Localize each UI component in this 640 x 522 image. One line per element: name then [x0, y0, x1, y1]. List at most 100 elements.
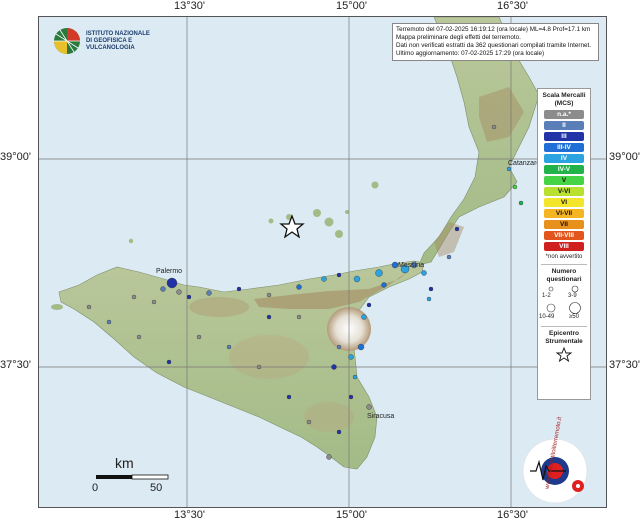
coord-top-1630: 16°30' [497, 0, 528, 12]
island-alicudi [268, 218, 274, 224]
obs-dot [166, 277, 178, 289]
obs-dot [506, 166, 512, 172]
logo-line-2: DI GEOFISICA E VULCANOLOGIA [86, 38, 135, 51]
intensity-swatch: V [544, 176, 584, 185]
intensity-swatch: III-IV [544, 143, 584, 152]
logo-text: ISTITUTO NAZIONALE DI GEOFISICA E VULCAN… [86, 31, 172, 52]
size-label-4: ≥50 [569, 314, 579, 320]
obs-dot [186, 294, 192, 300]
coord-left-3730: 37°30' [0, 359, 31, 371]
island-vulcano [335, 230, 343, 238]
obs-dot [206, 290, 212, 296]
intensity-swatch: VIII [544, 242, 584, 251]
legend-title: Scala Mercalli (MCS) [542, 92, 586, 107]
island-stromboli [371, 181, 379, 189]
obs-dot [512, 184, 518, 190]
obs-dot [226, 344, 232, 350]
obs-dot [296, 284, 302, 290]
intensity-swatch: VII-VIII [544, 231, 584, 240]
intensity-swatch: n.a.* [544, 110, 584, 119]
obs-dot [321, 276, 327, 282]
epicenter-legend-star-icon [555, 346, 573, 363]
obs-dot [421, 270, 427, 276]
coord-right-3730: 37°30' [609, 359, 640, 371]
coord-left-3900: 39°00' [0, 151, 31, 163]
numero-questionari-title: Numero questionari [546, 268, 582, 283]
map-frame[interactable] [38, 16, 607, 508]
info-line-2: Mappa preliminare degli effetti del terr… [396, 34, 521, 41]
obs-dot [348, 354, 354, 360]
legend-panel: Scala Mercalli (MCS) n.a.* II III III-IV IV I… [537, 88, 591, 400]
obs-dot [336, 272, 342, 278]
obs-dot [176, 289, 182, 295]
obs-dot [266, 292, 272, 298]
haisentito-logo: www.haisentitoilterremoto.it [520, 417, 590, 506]
obs-dot [136, 334, 142, 340]
obs-dot [306, 419, 312, 425]
globe-icon [54, 28, 80, 54]
obs-dot [491, 124, 497, 130]
obs-dot [446, 254, 452, 260]
island-panarea [345, 210, 349, 214]
obs-dot [375, 269, 383, 277]
intensity-legend: n.a.* II III III-IV IV IV-V V V-VI VI VI-VII VII VI… [538, 110, 590, 251]
info-line-1: Terremoto del 07-02-2025 16:19:12 (ora l… [396, 26, 591, 33]
island-ustica [128, 238, 134, 244]
obs-dot [366, 302, 372, 308]
intensity-swatch: IV [544, 154, 584, 163]
obs-dot [336, 429, 342, 435]
obs-dot [428, 286, 434, 292]
city-messina: Messina [398, 262, 425, 269]
obs-dot [518, 200, 524, 206]
obs-dot [352, 374, 358, 380]
obs-dot [381, 282, 387, 288]
epicenter-star [279, 214, 305, 239]
logo-line-1: ISTITUTO NAZIONALE [86, 31, 150, 37]
size-label-3: 10-49 [539, 314, 555, 320]
event-info-box: Terremoto del 07-02-2025 16:19:12 (ora l… [392, 23, 599, 61]
coord-top-1330: 13°30' [174, 0, 205, 12]
intensity-swatch: II [544, 121, 584, 130]
intensity-swatch: IV-V [544, 165, 584, 174]
coord-top-1500: 15°00' [336, 0, 367, 12]
island-lipari [324, 217, 334, 227]
hyblaean-relief [304, 402, 354, 432]
info-line-4: Ultimo aggiornamento: 07-02-2025 17:29 (… [396, 50, 545, 57]
size-label-2: 3-9 [568, 293, 577, 299]
erei-relief [229, 335, 309, 379]
island-egadi [51, 304, 63, 310]
obs-dot [286, 394, 292, 400]
obs-dot [326, 454, 332, 460]
obs-dot [426, 296, 432, 302]
obs-dot [86, 304, 92, 310]
obs-dot [106, 319, 112, 325]
scale-start: 0 [92, 482, 99, 494]
obs-dot [357, 343, 365, 351]
epicentro-title: Epicentro Strumentale [545, 330, 583, 345]
ingv-logo: ISTITUTO NAZIONALE DI GEOFISICA E VULCAN… [52, 26, 172, 58]
coord-right-3900: 39°00' [609, 151, 640, 163]
obs-dot [151, 299, 157, 305]
coord-bottom-1330: 13°30' [174, 509, 205, 521]
obs-dot [160, 286, 166, 292]
scale-end: 50 [150, 482, 163, 494]
info-line-3: Dati non verificati estratti da 362 ques… [396, 42, 591, 49]
obs-dot [336, 344, 342, 350]
madonie-relief [189, 297, 249, 317]
scale-unit: km [115, 455, 134, 471]
obs-dot [266, 314, 272, 320]
size-label-1: 1-2 [542, 293, 551, 299]
obs-dot [131, 294, 137, 300]
intensity-swatch: VI [544, 198, 584, 207]
city-palermo: Palermo [156, 268, 183, 275]
intensity-swatch: V-VI [544, 187, 584, 196]
map-canvas[interactable] [39, 17, 607, 508]
obs-dot [166, 359, 172, 365]
city-siracusa: Siracusa [367, 413, 395, 420]
city-catanzaro: Catanzaro [508, 160, 541, 167]
coord-bottom-1630: 16°30' [497, 509, 528, 521]
obs-dot [196, 334, 202, 340]
intensity-swatch: III [544, 132, 584, 141]
obs-dot [296, 314, 302, 320]
obs-dot [361, 314, 367, 320]
